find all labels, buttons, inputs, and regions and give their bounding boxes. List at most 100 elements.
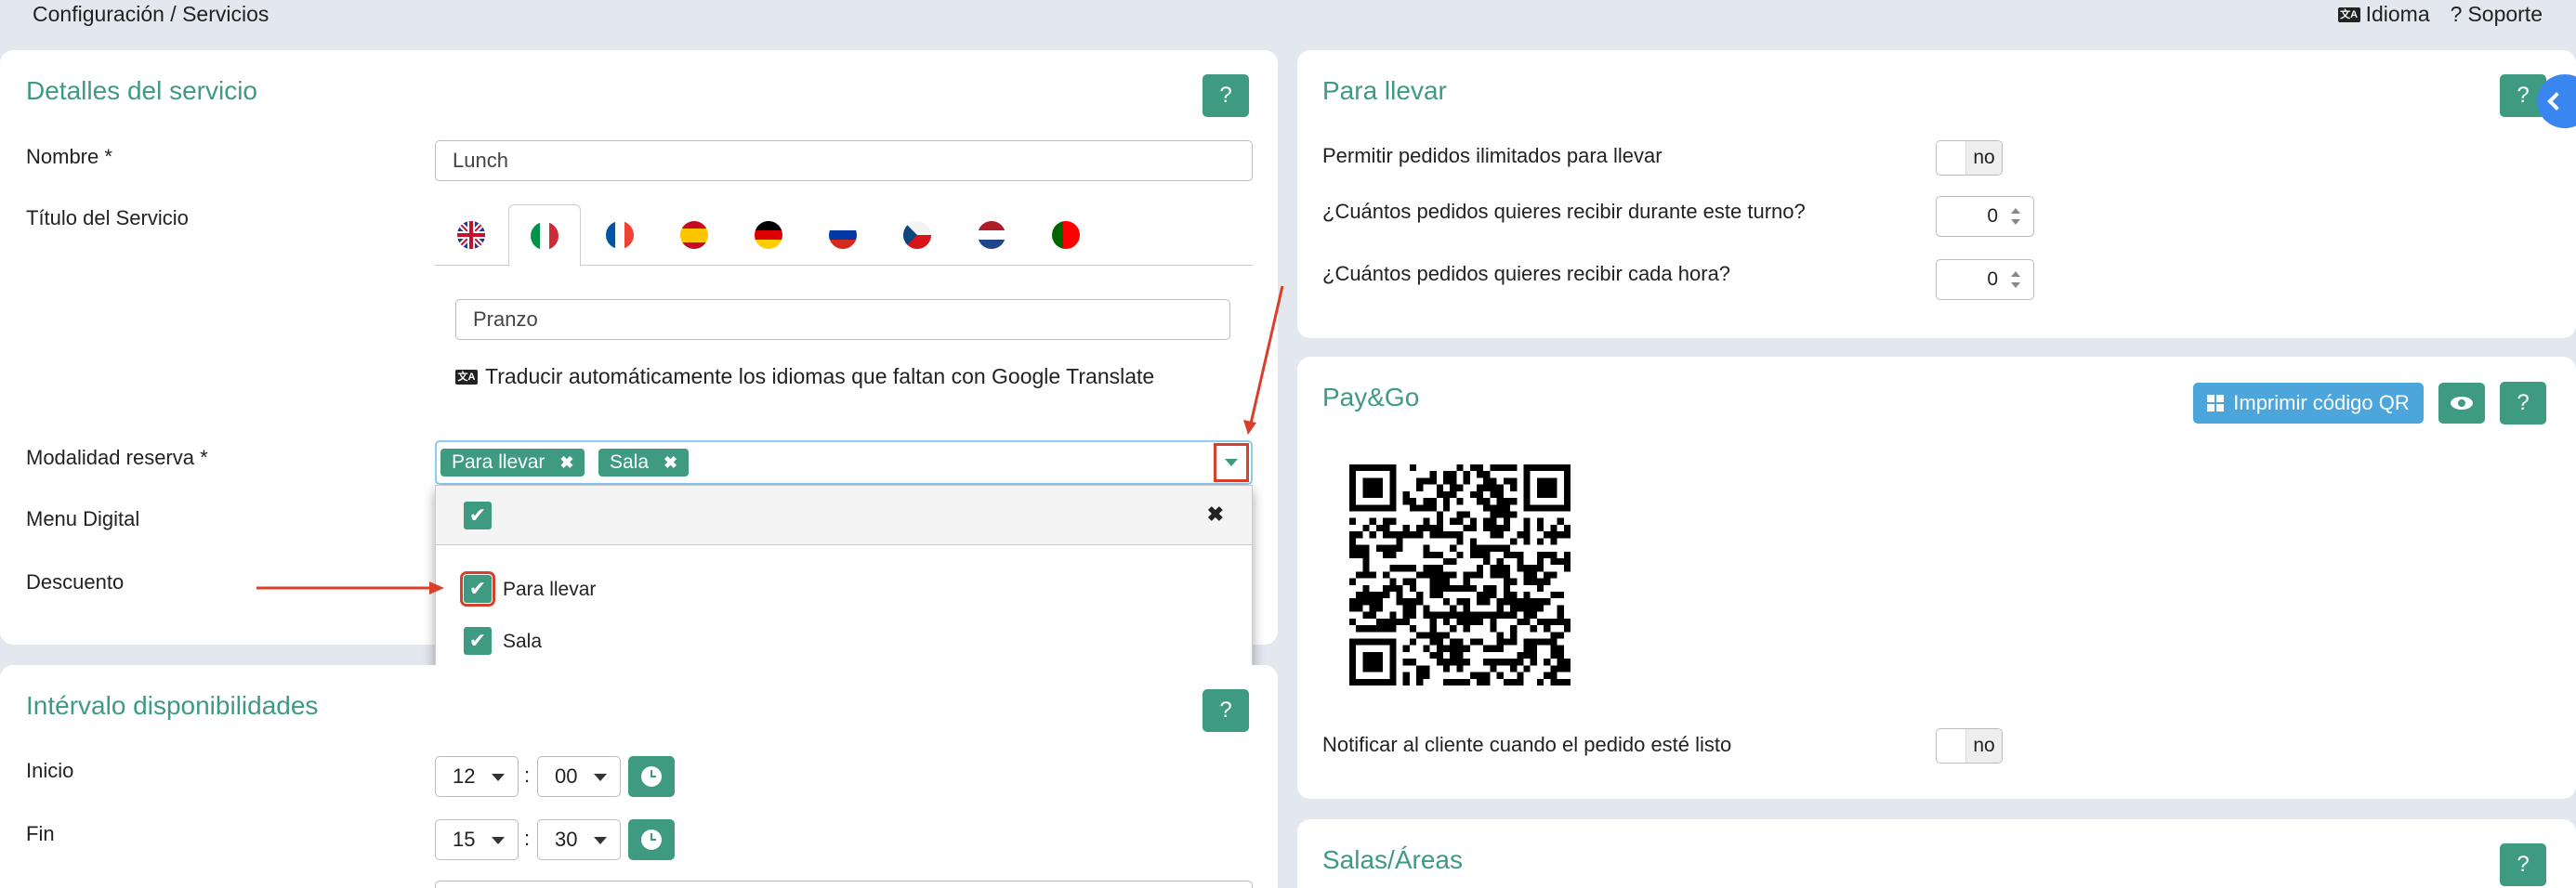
caret-down-icon	[594, 774, 607, 781]
orders-per-shift-value: 0	[1987, 205, 1998, 227]
nombre-input[interactable]: Lunch	[435, 140, 1253, 181]
orders-per-hour-input[interactable]: 0	[1936, 259, 2034, 300]
tab-lang-cz[interactable]	[881, 204, 953, 266]
russia-flag-icon	[829, 221, 857, 249]
orders-per-shift-input[interactable]: 0	[1936, 196, 2034, 237]
modalidad-label: Modalidad reserva *	[26, 446, 208, 469]
print-qr-button[interactable]: Imprimir código QR	[2193, 383, 2424, 424]
fin-minute-value: 30	[555, 828, 578, 851]
soporte-label: Soporte	[2467, 2, 2543, 26]
italy-flag-icon	[531, 221, 559, 250]
toggle-knob	[1937, 141, 1966, 175]
caret-down-icon	[492, 837, 505, 844]
translate-option[interactable]: 文A Traducir automáticamente los idiomas …	[455, 364, 1154, 389]
paygo-title: Pay&Go	[1322, 383, 1420, 411]
qr-code-icon	[2207, 395, 2225, 411]
preview-button[interactable]	[2438, 383, 2485, 424]
salas-help-button[interactable]: ?	[2500, 843, 2546, 886]
germany-flag-icon	[755, 221, 782, 249]
tab-lang-en[interactable]	[435, 204, 507, 266]
translate-icon: 文A	[455, 369, 478, 385]
increment-icon[interactable]	[2011, 271, 2020, 277]
translate-text: Traducir automáticamente los idiomas que…	[485, 364, 1155, 388]
decrement-icon[interactable]	[2011, 219, 2020, 225]
caret-down-icon	[594, 837, 607, 844]
tab-lang-de[interactable]	[732, 204, 805, 266]
service-details-title: Detalles del servicio	[26, 76, 257, 105]
deselect-all-icon[interactable]: ✖	[1207, 503, 1224, 527]
eye-icon	[2451, 397, 2473, 410]
clock-icon	[641, 829, 662, 850]
fin-label: Fin	[26, 822, 55, 845]
remove-tag-icon[interactable]: ✖	[559, 449, 573, 477]
print-qr-label: Imprimir código QR	[2233, 391, 2410, 414]
language-tabs	[435, 204, 1253, 267]
next-field-input[interactable]	[435, 881, 1253, 888]
chevron-down-icon	[1225, 459, 1238, 466]
descuento-label: Descuento	[26, 570, 125, 594]
notify-toggle[interactable]: no	[1936, 728, 2003, 764]
option-checkbox-sala[interactable]: ✔	[464, 627, 492, 655]
remove-tag-icon[interactable]: ✖	[664, 449, 677, 477]
fin-minute-select[interactable]: 30	[537, 819, 621, 860]
dropdown-header: ✔ ✖	[436, 486, 1252, 545]
dropdown-toggle-button[interactable]	[1214, 443, 1249, 482]
question-icon: ?	[2450, 2, 2463, 26]
inicio-clock-button[interactable]	[628, 756, 675, 797]
spain-flag-icon	[680, 221, 708, 249]
toggle-state: no	[1966, 729, 2002, 763]
tab-lang-es[interactable]	[658, 204, 730, 266]
decrement-icon[interactable]	[2011, 282, 2020, 288]
intervalo-title: Intérvalo disponibilidades	[26, 691, 319, 720]
tag-para-llevar: Para llevar ✖	[440, 449, 585, 477]
tab-lang-it[interactable]	[508, 204, 581, 267]
caret-down-icon	[492, 774, 505, 781]
tab-lang-ru[interactable]	[807, 204, 879, 266]
notify-label: Notificar al cliente cuando el pedido es…	[1322, 733, 1732, 756]
netherlands-flag-icon	[978, 221, 1005, 249]
time-separator: :	[524, 764, 531, 787]
orders-per-shift-label: ¿Cuántos pedidos quieres recibir durante…	[1322, 200, 1806, 223]
modalidad-select[interactable]: Para llevar ✖ Sala ✖	[435, 440, 1253, 485]
inicio-hour-value: 12	[453, 764, 476, 788]
option-label-sala[interactable]: Sala	[503, 631, 542, 653]
inicio-label: Inicio	[26, 759, 74, 782]
france-flag-icon	[606, 221, 634, 249]
unlimited-orders-label: Permitir pedidos ilimitados para llevar	[1322, 144, 1663, 167]
menu-digital-label: Menu Digital	[26, 507, 140, 530]
tab-lang-pt[interactable]	[1030, 204, 1102, 266]
soporte-link[interactable]: ? Soporte	[2451, 2, 2543, 27]
idioma-link[interactable]: 文A Idioma	[2337, 2, 2430, 27]
language-icon: 文A	[2337, 7, 2360, 22]
titulo-input[interactable]: Pranzo	[455, 299, 1230, 340]
fin-hour-value: 15	[453, 828, 476, 851]
portugal-flag-icon	[1052, 221, 1080, 249]
toggle-state: no	[1966, 141, 2002, 175]
top-links: 文A Idioma ? Soporte	[2337, 2, 2543, 27]
fin-clock-button[interactable]	[628, 819, 675, 860]
paygo-help-button[interactable]: ?	[2500, 382, 2546, 424]
inicio-hour-select[interactable]: 12	[435, 756, 519, 797]
uk-flag-icon	[457, 221, 485, 249]
unlimited-orders-toggle[interactable]: no	[1936, 140, 2003, 176]
service-details-help-button[interactable]: ?	[1203, 74, 1249, 117]
nombre-label: Nombre *	[26, 145, 112, 168]
tab-lang-fr[interactable]	[584, 204, 656, 266]
select-all-checkbox[interactable]: ✔	[464, 502, 492, 529]
option-label-para-llevar[interactable]: Para llevar	[503, 579, 596, 601]
tab-lang-nl[interactable]	[955, 204, 1028, 266]
toggle-knob	[1937, 729, 1966, 763]
intervalo-help-button[interactable]: ?	[1203, 689, 1249, 732]
titulo-label: Título del Servicio	[26, 206, 189, 229]
top-bar: Configuración / Servicios 文A Idioma ? So…	[0, 0, 2576, 33]
idioma-label: Idioma	[2365, 2, 2430, 26]
tag-sala: Sala ✖	[598, 449, 690, 477]
clock-icon	[641, 766, 662, 787]
inicio-minute-select[interactable]: 00	[537, 756, 621, 797]
breadcrumb: Configuración / Servicios	[33, 2, 269, 26]
orders-per-hour-label: ¿Cuántos pedidos quieres recibir cada ho…	[1322, 262, 1731, 285]
increment-icon[interactable]	[2011, 208, 2020, 214]
chevron-left-icon	[2547, 92, 2566, 111]
option-checkbox-para-llevar[interactable]: ✔	[460, 571, 495, 607]
fin-hour-select[interactable]: 15	[435, 819, 519, 860]
